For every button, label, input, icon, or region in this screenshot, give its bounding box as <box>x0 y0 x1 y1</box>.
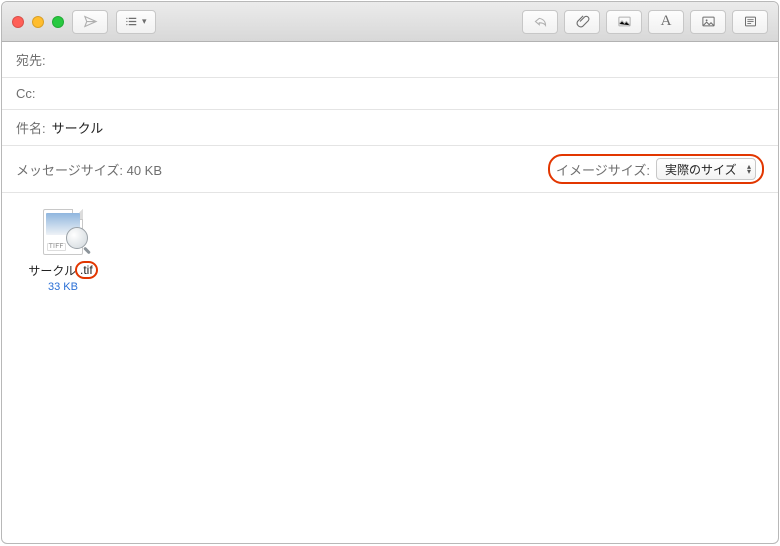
select-arrows-icon: ▴▾ <box>747 164 751 174</box>
subject-input[interactable] <box>52 120 764 135</box>
message-size-row: メッセージサイズ: 40 KB イメージサイズ: 実際のサイズ ▴▾ <box>2 146 778 193</box>
cc-input[interactable] <box>42 86 765 101</box>
attachment-size: 33 KB <box>48 281 78 293</box>
to-input[interactable] <box>52 52 764 67</box>
filename-ext-annotation: .tif <box>75 261 98 279</box>
window-controls <box>12 16 64 28</box>
minimize-window-button[interactable] <box>32 16 44 28</box>
image-size-label: イメージサイズ: <box>556 160 650 179</box>
stationery-icon <box>743 14 758 29</box>
attachment-filename: サークル.tif <box>28 261 97 279</box>
subject-field-row: 件名: <box>2 110 778 146</box>
chevron-down-icon: ▾ <box>142 16 147 27</box>
photo-browser-icon <box>701 14 716 29</box>
image-size-select[interactable]: 実際のサイズ ▴▾ <box>656 158 756 180</box>
cc-label: Cc: <box>16 86 36 101</box>
zoom-window-button[interactable] <box>52 16 64 28</box>
filename-base: サークル <box>28 262 76 279</box>
format-button[interactable]: A <box>648 10 684 34</box>
photo-browser-button[interactable] <box>690 10 726 34</box>
toolbar-right-group: A <box>522 10 768 34</box>
cc-field-row: Cc: <box>2 78 778 110</box>
to-field-row: 宛先: <box>2 42 778 78</box>
attachment-item[interactable]: TIFF サークル.tif 33 KB <box>18 209 108 293</box>
image-size-selected: 実際のサイズ <box>665 161 737 178</box>
list-icon <box>125 14 140 29</box>
header-fields-button[interactable]: ▾ <box>116 10 156 34</box>
send-button[interactable] <box>72 10 108 34</box>
stationery-button[interactable] <box>732 10 768 34</box>
image-size-annotation: イメージサイズ: 実際のサイズ ▴▾ <box>548 154 764 184</box>
paperclip-icon <box>575 14 590 29</box>
titlebar: ▾ A <box>2 2 778 42</box>
file-type-badge: TIFF <box>47 243 66 251</box>
tiff-file-icon: TIFF <box>40 209 86 255</box>
insert-image-button[interactable] <box>606 10 642 34</box>
send-icon <box>83 14 98 29</box>
message-size-value: 40 KB <box>127 163 162 178</box>
attach-button[interactable] <box>564 10 600 34</box>
insert-image-icon <box>617 14 632 29</box>
format-icon: A <box>661 13 672 30</box>
subject-label: 件名: <box>16 118 46 137</box>
message-size-label: メッセージサイズ: <box>16 163 123 178</box>
header-fields: 宛先: Cc: 件名: メッセージサイズ: 40 KB イメージサイズ: 実際の… <box>2 42 778 193</box>
compose-window: ▾ A 宛先: <box>1 1 779 544</box>
to-label: 宛先: <box>16 50 46 69</box>
reply-button[interactable] <box>522 10 558 34</box>
message-body[interactable]: TIFF サークル.tif 33 KB <box>2 193 778 543</box>
close-window-button[interactable] <box>12 16 24 28</box>
reply-icon <box>533 14 548 29</box>
